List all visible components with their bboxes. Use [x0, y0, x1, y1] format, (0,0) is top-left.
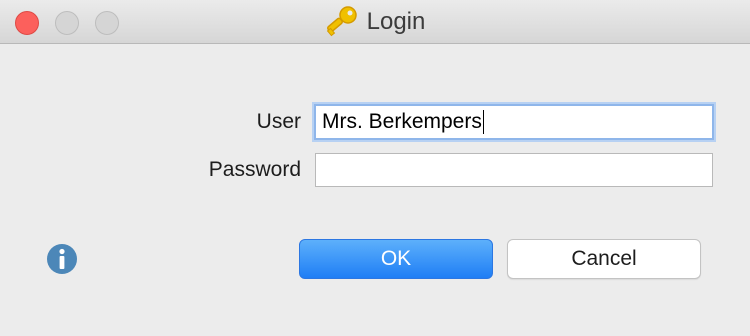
key-icon	[326, 6, 357, 37]
window-title-area: Login	[0, 0, 750, 44]
window-title-group: Login	[325, 5, 426, 39]
cancel-button[interactable]: Cancel	[507, 239, 701, 279]
ok-button[interactable]: OK	[299, 239, 493, 279]
user-field-value: Mrs. Berkempers	[322, 110, 482, 133]
title-bar: Login	[0, 0, 750, 44]
window-title: Login	[366, 8, 426, 35]
user-label: User	[256, 110, 301, 133]
info-icon[interactable]	[46, 243, 78, 275]
password-label: Password	[208, 158, 301, 181]
password-field[interactable]	[315, 153, 713, 187]
login-window: Login User Mrs. Berkempers Password OK C…	[0, 0, 750, 336]
text-caret	[482, 110, 484, 134]
user-field[interactable]: Mrs. Berkempers	[314, 104, 714, 140]
